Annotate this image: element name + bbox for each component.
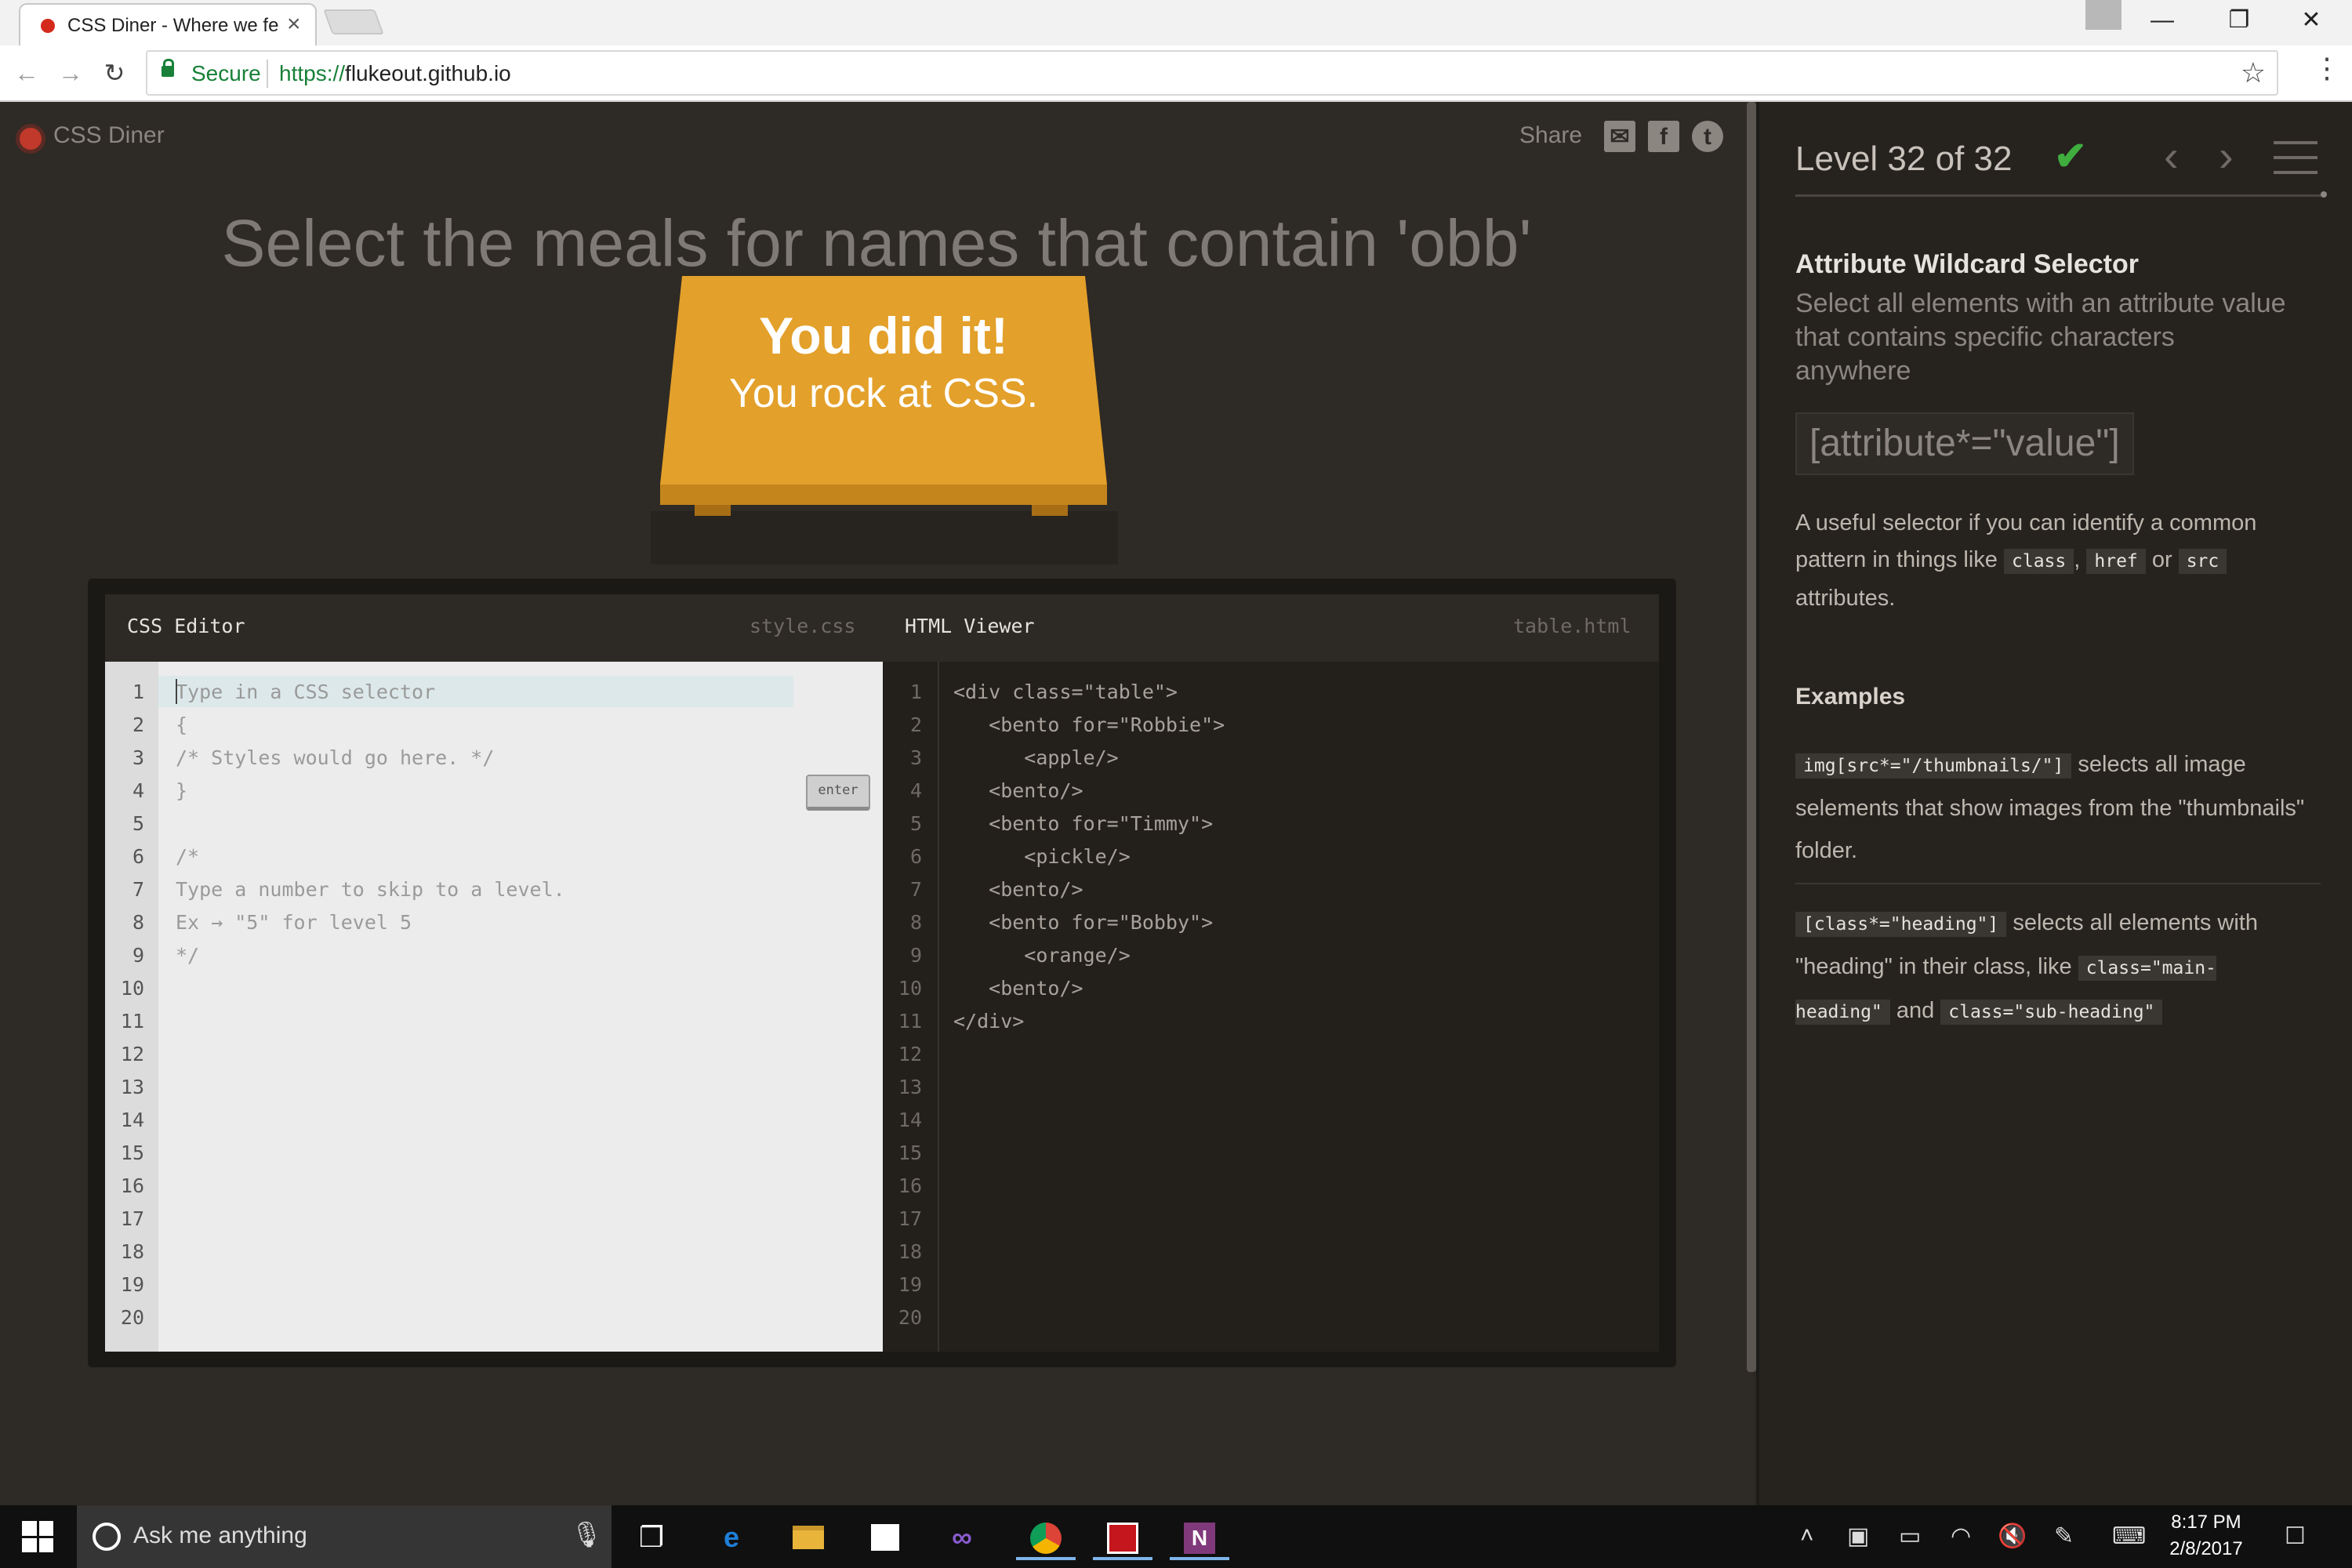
selector-title: Select all elements with an attribute va… [1795, 289, 2286, 386]
task-view-icon[interactable]: ❐ [629, 1515, 674, 1560]
facebook-icon[interactable]: f [1648, 121, 1679, 152]
mute-icon[interactable]: 🔇 [1998, 1523, 2027, 1550]
example-code: [class*="heading"] [1795, 912, 2007, 937]
example-code: class="sub-heading" [1940, 1000, 2163, 1025]
file-explorer-icon[interactable] [786, 1515, 831, 1560]
new-tab-button[interactable] [323, 9, 384, 34]
wifi-icon[interactable]: ◠ [1951, 1523, 1971, 1550]
examples-heading: Examples [1795, 684, 1906, 710]
css-code: { /* Styles would go here. */ } /* Type … [176, 713, 565, 967]
logo-text[interactable]: CSS Diner [53, 122, 165, 149]
hint-text: attributes. [1795, 586, 1896, 611]
network-display-icon[interactable]: ▣ [1847, 1523, 1869, 1550]
html-code[interactable]: <div class="table"> <bento for="Robbie">… [953, 676, 1225, 1038]
level-progress [1795, 194, 2324, 197]
address-bar[interactable]: Secure https://flukeout.github.io ☆ [146, 50, 2278, 96]
store-icon[interactable] [862, 1515, 908, 1560]
browser-tabbar: CSS Diner - Where we fe × — ❐ ✕ [0, 0, 2352, 45]
hint-separator: , [2074, 547, 2081, 572]
css-line-numbers: 1 2 3 4 5 6 7 8 9 10 11 12 13 14 15 16 1… [120, 681, 144, 1329]
minimize-button[interactable]: — [2139, 5, 2186, 36]
url-host: flukeout.github.io [345, 61, 511, 85]
clock-time[interactable]: 8:17 PM [2167, 1512, 2245, 1534]
level-instruction: Select the meals for names that contain … [221, 206, 1532, 280]
enter-button[interactable]: enter [806, 775, 870, 811]
restore-button[interactable]: ❐ [2216, 5, 2263, 36]
windows-taskbar: Ask me anything 🎙 ❐ e ∞ N ˄ ▣ ▭ ◠ 🔇 ✎ ⌨ … [0, 1505, 2352, 1568]
tab-title: CSS Diner - Where we fe [67, 15, 279, 36]
editor-header [105, 594, 1659, 662]
chevron-up-icon[interactable]: ˄ [1800, 1523, 1814, 1549]
reload-button[interactable]: ↻ [97, 53, 132, 93]
examples-divider [1795, 883, 2321, 884]
html-viewer-title: HTML Viewer [905, 615, 1035, 637]
favicon-icon [41, 19, 55, 33]
browser-toolbar: ← → ↻ Secure https://flukeout.github.io … [0, 45, 2352, 102]
browser-menu-icon[interactable]: ⋮ [2313, 52, 2341, 85]
example-text: and [1896, 998, 1935, 1023]
table-leg [695, 505, 731, 516]
example-code: img[src*="/thumbnails/"] [1795, 753, 2072, 779]
level-menu-icon[interactable] [2274, 141, 2318, 174]
selector-syntax: [attribute*="value"] [1795, 412, 2134, 475]
text-cursor [176, 679, 177, 704]
hint-text: or [2151, 547, 2172, 572]
example-item: img[src*="/thumbnails/"] selects all ima… [1795, 743, 2305, 872]
example-item: [class*="heading"] selects all elements … [1795, 902, 2305, 1033]
css-editor-title: CSS Editor [127, 615, 245, 637]
search-placeholder: Ask me anything [133, 1523, 307, 1548]
tab-close-icon[interactable]: × [287, 11, 301, 38]
url-separator [267, 60, 268, 88]
level-indicator: Level 32 of 32 [1795, 140, 2013, 178]
html-line-numbers: 1 2 3 4 5 6 7 8 9 10 11 12 13 14 15 16 1… [898, 681, 922, 1329]
share-label: Share [1519, 122, 1583, 148]
clock-date[interactable]: 2/8/2017 [2167, 1538, 2245, 1560]
css-file-name: style.css [750, 615, 856, 637]
visual-studio-icon[interactable]: ∞ [939, 1515, 985, 1560]
selector-hint: A useful selector if you can identify a … [1795, 505, 2297, 617]
hint-keyword: src [2178, 549, 2227, 574]
chrome-icon[interactable] [1016, 1515, 1076, 1560]
close-window-button[interactable]: ✕ [2288, 5, 2335, 36]
forward-button[interactable]: → [53, 53, 88, 93]
html-file-name: table.html [1513, 615, 1632, 637]
windows-start-icon[interactable] [22, 1521, 53, 1552]
next-level-button[interactable]: › [2219, 130, 2234, 181]
mail-icon[interactable]: ✉ [1604, 121, 1635, 152]
hint-keyword: href [2086, 549, 2146, 574]
url-scheme: https:// [279, 61, 346, 85]
edge-icon[interactable]: e [709, 1515, 754, 1560]
table-shadow [651, 511, 1118, 564]
battery-icon[interactable]: ▭ [1899, 1523, 1921, 1550]
notification-icon[interactable]: ☐ [2285, 1523, 2306, 1550]
twitter-icon[interactable]: t [1692, 121, 1723, 152]
lock-icon [162, 59, 174, 77]
browser-tab[interactable]: CSS Diner - Where we fe × [19, 3, 317, 45]
table-leg [1032, 505, 1068, 516]
bookmark-star-icon[interactable]: ☆ [2241, 56, 2266, 89]
logo-icon [16, 124, 45, 154]
hint-keyword: class [2004, 549, 2074, 574]
progress-dot [2321, 191, 2327, 198]
cortana-search[interactable]: Ask me anything 🎙 [77, 1505, 612, 1568]
cortana-icon [93, 1523, 121, 1551]
css-selector-input[interactable]: Type in a CSS selector [176, 676, 435, 709]
selector-name: Attribute Wildcard Selector [1795, 249, 2139, 279]
pen-icon[interactable]: ✎ [2054, 1523, 2074, 1550]
win-message-subtitle: You rock at CSS. [728, 371, 1039, 416]
url-text[interactable]: https://flukeout.github.io [279, 61, 511, 86]
win-message-title: You did it! [759, 307, 1008, 365]
secure-label: Secure [191, 61, 261, 85]
table-edge [660, 485, 1107, 505]
back-button[interactable]: ← [9, 53, 44, 93]
previous-level-button[interactable]: ‹ [2164, 130, 2179, 181]
page-scrollbar[interactable] [1747, 102, 1756, 1372]
acrobat-icon[interactable] [1093, 1515, 1152, 1560]
check-icon: ✔ [2054, 134, 2087, 178]
onenote-icon[interactable]: N [1170, 1515, 1229, 1560]
keyboard-icon[interactable]: ⌨ [2112, 1523, 2146, 1550]
profile-icon[interactable] [2085, 0, 2122, 30]
microphone-icon[interactable]: 🎙 [571, 1519, 603, 1549]
